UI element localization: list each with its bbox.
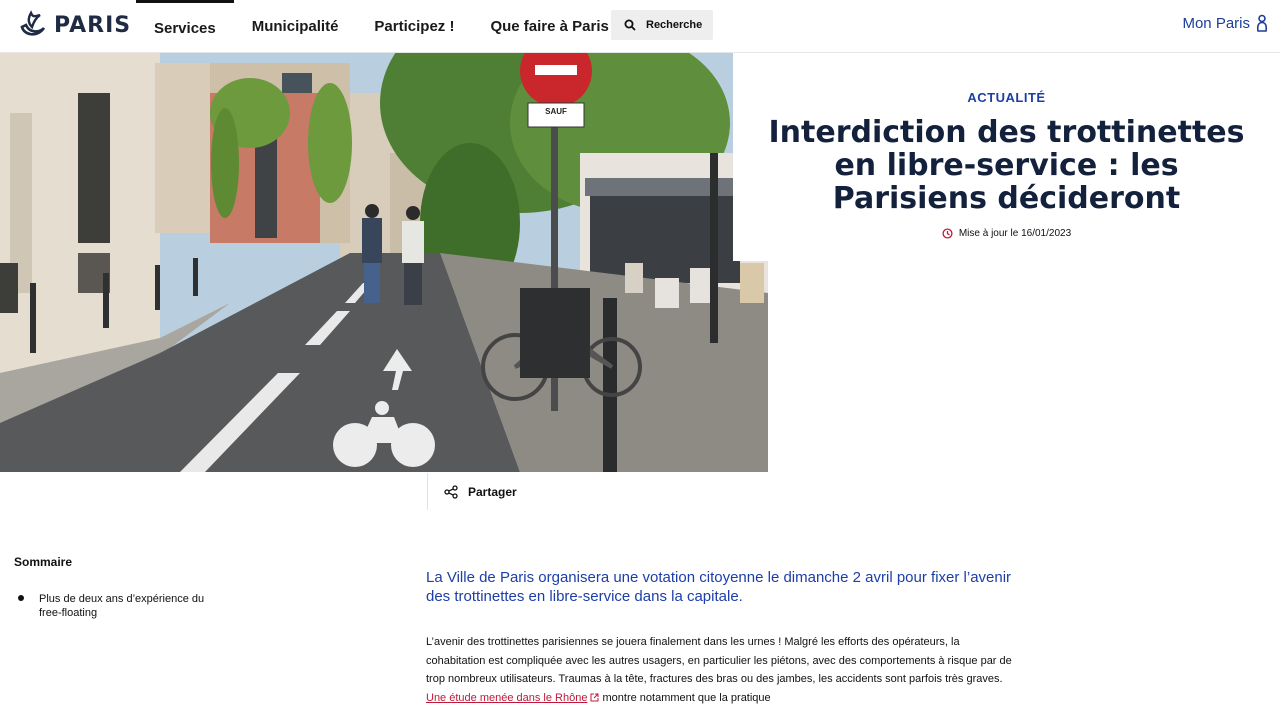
paris-boat-icon (20, 10, 46, 36)
site-header: PARIS Services Municipalité Participez !… (0, 0, 1280, 53)
share-button[interactable]: Partager (427, 473, 768, 510)
nav-services[interactable]: Services (136, 0, 234, 53)
clock-icon (942, 228, 953, 239)
update-date-text: Mise à jour le 16/01/2023 (958, 228, 1072, 239)
paris-logo[interactable]: PARIS (18, 10, 131, 40)
main-nav: Services Municipalité Participez ! Que f… (136, 0, 640, 53)
rhone-study-link-label: Une étude menée dans le Rhône (426, 692, 588, 705)
search-label: Recherche (646, 19, 703, 31)
share-icon (444, 484, 458, 499)
bullet-icon (18, 595, 24, 601)
mon-paris-button[interactable]: Mon Paris (1182, 14, 1268, 32)
article-lead: La Ville de Paris organisera une votatio… (426, 569, 1012, 605)
article-title-card: ACTUALITÉ Interdiction des trottinettes … (733, 53, 1280, 261)
logo-text: PARIS (54, 12, 132, 38)
body-text-end: montre notamment que la pratique (599, 692, 771, 705)
page-title: Interdiction des trottinettes en libre-s… (768, 115, 1245, 216)
sommaire-item[interactable]: Plus de deux ans d’expérience du free-fl… (18, 592, 218, 620)
sommaire-item-label: Plus de deux ans d’expérience du free-fl… (39, 593, 205, 619)
user-icon (1256, 14, 1268, 32)
rhone-study-link[interactable]: Une étude menée dans le Rhône (426, 692, 599, 704)
body-text-start: L’avenir des trottinettes parisiennes se… (426, 636, 1012, 686)
update-date: Mise à jour le 16/01/2023 (733, 228, 1280, 239)
account-label: Mon Paris (1182, 14, 1250, 32)
nav-municipalite[interactable]: Municipalité (234, 0, 357, 53)
share-label: Partager (468, 484, 517, 499)
search-button[interactable]: Recherche (611, 10, 713, 40)
sommaire-title: Sommaire (14, 555, 73, 569)
nav-participez[interactable]: Participez ! (356, 0, 472, 53)
article-body: L’avenir des trottinettes parisiennes se… (426, 633, 1016, 706)
hero-sign-text: SAUF (545, 107, 567, 116)
article-kicker: ACTUALITÉ (967, 90, 1046, 105)
hero-image: SAUF (0, 53, 768, 472)
search-icon (624, 19, 636, 31)
